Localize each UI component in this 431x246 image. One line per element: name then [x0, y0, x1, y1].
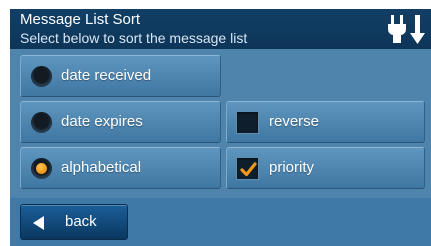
sort-option-label: alphabetical	[61, 159, 142, 176]
sort-option-date-received[interactable]: date received	[20, 55, 221, 97]
back-button[interactable]: back	[20, 204, 128, 240]
radio-selected-icon	[31, 158, 52, 179]
back-arrow-icon	[33, 216, 44, 230]
page-title: Message List Sort	[20, 11, 141, 28]
page-subtitle: Select below to sort the message list	[20, 30, 248, 46]
back-button-label: back	[65, 213, 97, 230]
radio-unselected-icon	[31, 112, 52, 133]
radio-unselected-icon	[31, 66, 52, 87]
header-bar: Message List Sort Select below to sort t…	[10, 9, 431, 49]
sort-option-alphabetical[interactable]: alphabetical	[20, 147, 221, 189]
sort-option-date-expires[interactable]: date expires	[20, 101, 221, 143]
power-plug-icon	[388, 15, 425, 44]
checkbox-unchecked-icon	[236, 111, 259, 134]
priority-toggle[interactable]: priority	[226, 147, 425, 189]
toggle-label: priority	[269, 159, 315, 176]
reverse-toggle[interactable]: reverse	[226, 101, 425, 143]
footer-bar: back	[10, 198, 431, 246]
toggle-label: reverse	[269, 113, 320, 130]
sort-option-label: date expires	[61, 113, 143, 130]
checkbox-checked-icon	[236, 157, 259, 180]
sort-options-panel: date received date expires alphabetical …	[10, 49, 431, 198]
sort-option-label: date received	[61, 67, 152, 84]
